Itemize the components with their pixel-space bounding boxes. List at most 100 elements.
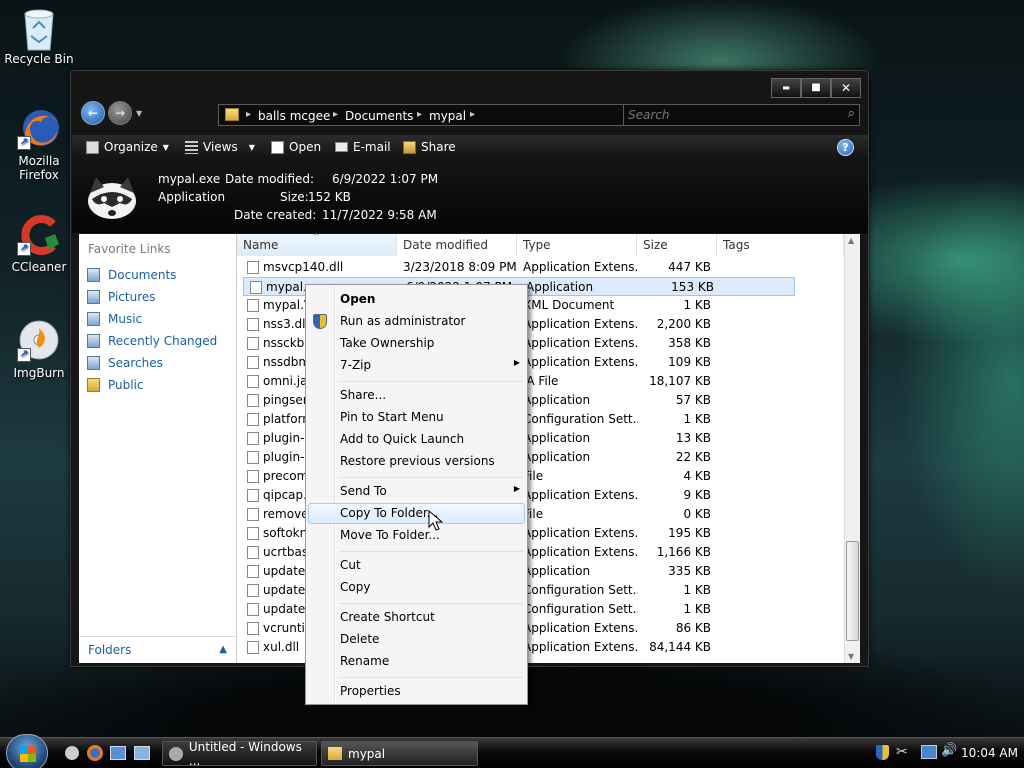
column-header-tags[interactable]: Tags: [717, 234, 844, 256]
cell-size: 1 KB: [683, 602, 711, 616]
menu-item-run-as-administrator[interactable]: Run as administrator: [340, 314, 465, 328]
cell-type: Application: [523, 450, 591, 464]
menu-item-properties[interactable]: Properties: [340, 684, 401, 698]
chevron-down-icon: ▼: [162, 142, 169, 152]
forward-button[interactable]: →: [108, 101, 132, 125]
column-header-date-modified[interactable]: Date modified: [397, 234, 517, 256]
desktop-icon-firefox[interactable]: ↗ Mozilla Firefox: [0, 106, 78, 182]
network-icon[interactable]: [921, 745, 937, 759]
nav-item-public[interactable]: Public: [87, 378, 144, 392]
desktop-icon-label: Mozilla Firefox: [18, 154, 60, 182]
recently-changed-icon: [87, 334, 100, 348]
volume-icon[interactable]: 🔊: [941, 743, 957, 758]
back-button[interactable]: ←: [81, 101, 105, 125]
history-dropdown-icon[interactable]: ▼: [136, 109, 142, 118]
menu-item-copy-to-folder[interactable]: Copy To Folder...: [340, 506, 438, 520]
menu-separator: [338, 603, 523, 604]
file-icon: [247, 337, 259, 350]
firefox-icon: ↗: [17, 106, 61, 150]
menu-item-take-ownership[interactable]: Take Ownership: [340, 336, 434, 350]
menu-item-add-to-quick-launch[interactable]: Add to Quick Launch: [340, 432, 464, 446]
nav-item-label: Pictures: [108, 290, 156, 304]
column-header-type[interactable]: Type: [517, 234, 637, 256]
menu-item-copy[interactable]: Copy: [340, 580, 370, 594]
breadcrumb-balls-mcgee[interactable]: balls mcgee: [258, 109, 330, 123]
organize-button[interactable]: Organize ▼: [86, 140, 169, 154]
search-icon[interactable]: ⌕: [848, 106, 855, 121]
details-type: Application: [158, 190, 226, 204]
open-button[interactable]: Open: [271, 140, 321, 154]
nav-item-searches[interactable]: Searches: [87, 356, 163, 370]
windows-logo-icon: [20, 746, 36, 762]
search-box[interactable]: ⌕: [623, 104, 860, 126]
menu-item-7-zip[interactable]: 7-Zip ▶: [340, 358, 520, 372]
favorite-links-header: Favorite Links: [88, 242, 171, 256]
taskbar-button-untitled-windows[interactable]: Untitled - Windows ...: [162, 739, 317, 768]
column-header-name[interactable]: Name ^: [237, 232, 397, 256]
security-shield-icon[interactable]: [876, 745, 889, 760]
column-header-size[interactable]: Size: [637, 234, 717, 256]
menu-item-pin-to-start-menu[interactable]: Pin to Start Menu: [340, 410, 444, 424]
cell-size: 13 KB: [675, 431, 711, 445]
desktop-icon-recycle-bin[interactable]: Recycle Bin: [0, 4, 78, 66]
nav-item-music[interactable]: Music: [87, 312, 142, 326]
cell-type: Application Extens...: [523, 545, 638, 559]
cell-size: 335 KB: [668, 564, 711, 578]
desktop-icon-imgburn[interactable]: ↗ ImgBurn: [0, 318, 78, 380]
minimize-button[interactable]: ▬: [771, 78, 801, 98]
scroll-up-icon[interactable]: ▲: [848, 236, 854, 245]
tray-tool-icon[interactable]: ✂: [896, 744, 908, 760]
firefox-quicklaunch-icon[interactable]: [87, 745, 103, 761]
nav-item-pictures[interactable]: Pictures: [87, 290, 156, 304]
share-button[interactable]: Share: [403, 140, 456, 154]
show-desktop-icon[interactable]: [65, 746, 79, 760]
nav-item-recently-changed[interactable]: Recently Changed: [87, 334, 217, 348]
cell-type: File: [523, 469, 544, 483]
scroll-thumb[interactable]: [846, 541, 859, 641]
cell-type: Application Extens...: [523, 488, 638, 502]
file-icon: [247, 413, 259, 426]
views-button[interactable]: Views ▼: [185, 140, 255, 154]
search-input[interactable]: [628, 107, 833, 123]
file-icon: [247, 318, 259, 331]
taskbar-button-mypal[interactable]: mypal: [321, 741, 478, 766]
menu-item-cut[interactable]: Cut: [340, 558, 361, 572]
switch-windows-icon[interactable]: [110, 746, 126, 760]
menu-item-delete[interactable]: Delete: [340, 632, 379, 646]
file-icon: [247, 432, 259, 445]
details-pane: mypal.exe Application Date modified: 6/9…: [72, 163, 868, 233]
start-button[interactable]: [6, 734, 48, 768]
nav-item-label: Recently Changed: [108, 334, 218, 348]
explorer-quicklaunch-icon[interactable]: [134, 746, 150, 760]
menu-item-rename[interactable]: Rename: [340, 654, 389, 668]
help-button[interactable]: ?: [837, 139, 854, 156]
file-icon: [247, 489, 259, 502]
table-row[interactable]: msvcp140.dll 3/23/2018 8:09 PM Application…: [241, 258, 796, 277]
menu-item-create-shortcut[interactable]: Create Shortcut: [340, 610, 435, 624]
menu-item-open[interactable]: Open: [340, 292, 375, 306]
folders-toggle[interactable]: Folders ▲: [79, 636, 236, 663]
folders-label: Folders: [88, 643, 132, 657]
desktop-icon-label: CCleaner: [11, 260, 67, 274]
scroll-down-icon[interactable]: ▼: [848, 652, 854, 661]
nav-item-documents[interactable]: Documents: [87, 268, 176, 282]
maximize-button[interactable]: ■: [801, 78, 831, 98]
clock[interactable]: 10:04 AM: [961, 746, 1018, 760]
breadcrumb-documents[interactable]: Documents: [345, 109, 413, 123]
uac-shield-icon: [313, 314, 327, 329]
email-button[interactable]: E-mail: [335, 140, 391, 154]
cell-type: Application Extens...: [523, 355, 638, 369]
close-button[interactable]: ✕: [831, 78, 861, 98]
menu-item-share[interactable]: Share...: [340, 388, 386, 402]
address-bar[interactable]: ▸ balls mcgee ▸ Documents ▸ mypal ▸ ▼ ⇆: [218, 104, 681, 126]
menu-item-move-to-folder[interactable]: Move To Folder...: [340, 528, 440, 542]
chevron-up-icon: ▲: [219, 644, 227, 655]
menu-separator: [338, 551, 523, 552]
desktop-icon-ccleaner[interactable]: ↗ CCleaner: [0, 212, 78, 274]
cell-size: 153 KB: [671, 280, 714, 294]
vertical-scrollbar[interactable]: ▲ ▼: [844, 234, 860, 663]
menu-item-send-to[interactable]: Send To ▶: [340, 484, 520, 498]
breadcrumb-mypal[interactable]: mypal: [429, 109, 466, 123]
menu-item-restore-previous-versions[interactable]: Restore previous versions: [340, 454, 495, 468]
taskbar-button-label: Untitled - Windows ...: [188, 739, 302, 768]
